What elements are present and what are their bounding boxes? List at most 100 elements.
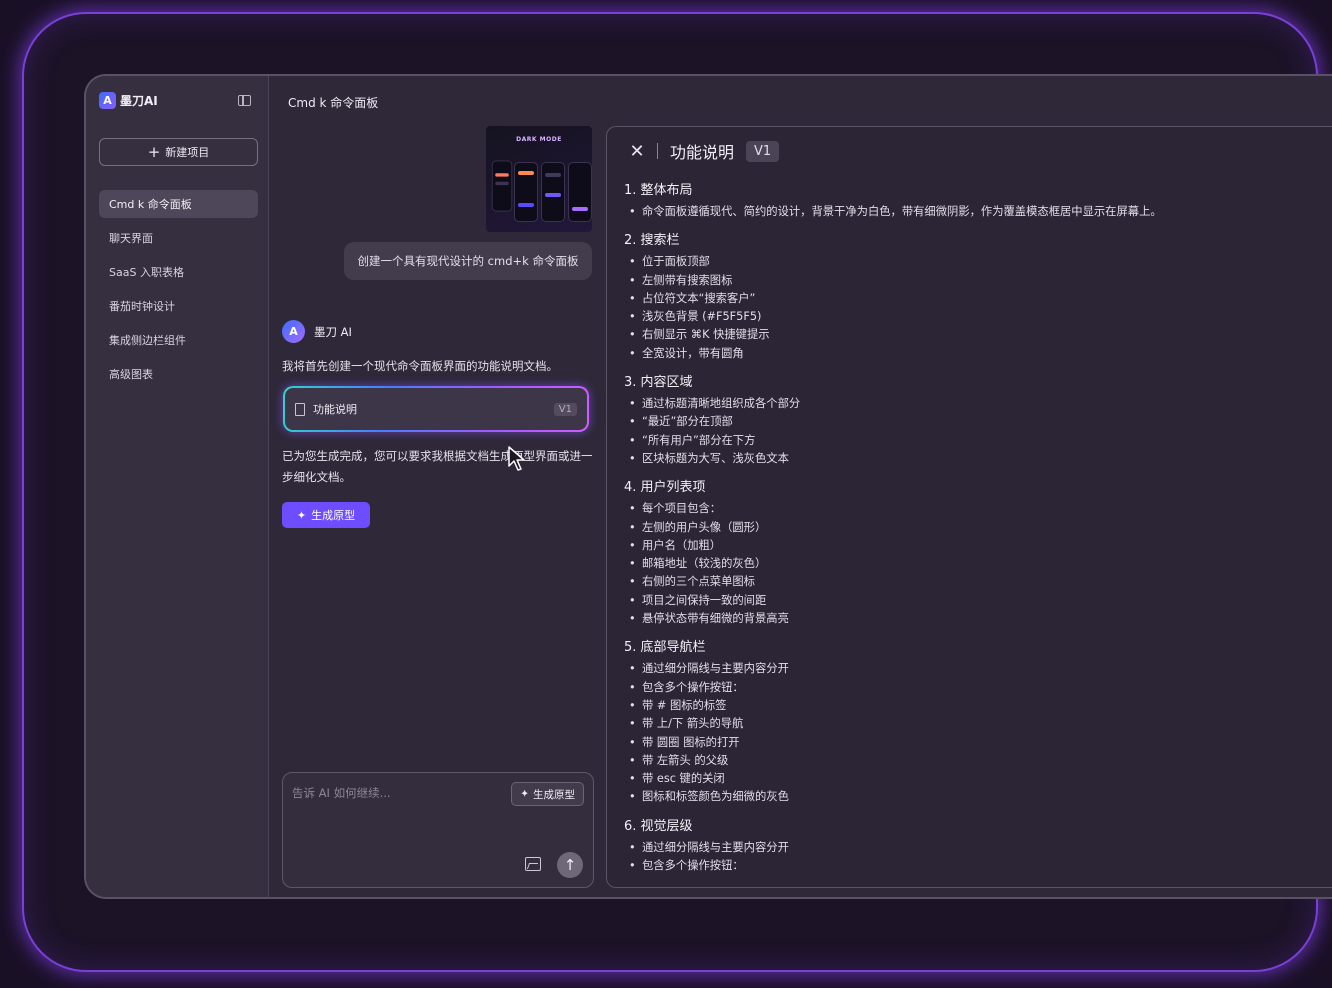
sparkle-icon: ✦ [296,508,307,522]
document-content: 1. 整体布局命令面板遵循现代、简约的设计，背景干净为白色，带有细微阴影，作为覆… [624,181,1324,885]
list-item: 用户名（加粗） [624,537,1324,556]
list-item: 每个项目包含： [624,500,1324,519]
page-title: Cmd k 命令面板 [288,96,379,110]
logo: A 墨刀AI [99,92,158,109]
list-item: 全宽设计，带有圆角 [624,345,1324,364]
thumbnail-label: DARK MODE [516,136,562,143]
document-section: 2. 搜索栏位于面板顶部左侧带有搜索图标占位符文本“搜索客户”浅灰色背景 (#F… [624,231,1324,363]
ai-message: 我将首先创建一个现代命令面板界面的功能说明文档。 [282,359,558,373]
document-card-body: 功能说明 V1 [285,388,587,430]
attached-image-thumbnail[interactable]: DARK MODE [486,126,592,232]
sidebar-item-pomodoro[interactable]: 番茄时钟设计 [99,292,258,320]
list-item: 图标和标签颜色为细微的灰色 [624,788,1324,807]
list-item: 带 上/下 箭头的导航 [624,715,1324,734]
section-list: 通过细分隔线与主要内容分开包含多个操作按钮： [624,839,1324,876]
app-name: 墨刀AI [120,94,158,108]
list-item: 区块标题为大写、浅灰色文本 [624,450,1324,469]
document-section: 5. 底部导航栏通过细分隔线与主要内容分开包含多个操作按钮：带 # 图标的标签带… [624,638,1324,807]
sidebar-item-cmdk[interactable]: Cmd k 命令面板 [99,190,258,218]
list-item: 右侧的三个点菜单图标 [624,573,1324,592]
sidebar-toggle-icon[interactable] [238,95,251,106]
list-item: 带 esc 键的关闭 [624,770,1324,789]
sidebar-item-charts[interactable]: 高级图表 [99,360,258,388]
section-list: 通过细分隔线与主要内容分开包含多个操作按钮：带 # 图标的标签带 上/下 箭头的… [624,660,1324,807]
phone-mockup [541,162,565,222]
document-section: 4. 用户列表项每个项目包含：左侧的用户头像（圆形）用户名（加粗）邮箱地址（较浅… [624,478,1324,628]
app-window: A 墨刀AI + 新建项目 Cmd k 命令面板 聊天界面 SaaS 入职表格 … [84,74,1332,899]
phone-mockup [568,162,592,222]
new-project-button[interactable]: + 新建项目 [99,138,258,166]
section-list: 每个项目包含：左侧的用户头像（圆形）用户名（加粗）邮箱地址（较浅的灰色）右侧的三… [624,500,1324,628]
mouse-cursor-icon [508,446,525,471]
chat-input-box[interactable]: 告诉 AI 如何继续... ✦ 生成原型 ↑ [282,772,594,888]
list-item: 包含多个操作按钮： [624,679,1324,698]
sidebar: A 墨刀AI + 新建项目 Cmd k 命令面板 聊天界面 SaaS 入职表格 … [86,76,269,897]
sidebar-item-saas[interactable]: SaaS 入职表格 [99,258,258,286]
list-item: 左侧带有搜索图标 [624,272,1324,291]
document-card-label: 功能说明 [313,403,357,416]
document-panel-header: ✕ 功能说明 V1 [629,139,780,163]
sidebar-item-chat[interactable]: 聊天界面 [99,224,258,252]
close-icon[interactable]: ✕ [629,141,645,162]
generate-prototype-label: 生成原型 [311,509,356,522]
generate-prototype-button[interactable]: ✦ 生成原型 [282,502,370,528]
ai-message: 已为您生成完成，您可以要求我根据文档生成原型界面或进一步细化文档。 [282,449,593,484]
image-upload-icon[interactable] [525,857,541,871]
list-item: 浅灰色背景 (#F5F5F5) [624,308,1324,327]
phone-mockup [514,162,538,222]
list-item: 位于面板顶部 [624,253,1324,272]
list-item: 悬停状态带有细微的背景高亮 [624,610,1324,629]
phone-mockup [491,160,513,212]
version-badge: V1 [553,402,577,416]
section-list: 命令面板遵循现代、简约的设计，背景干净为白色，带有细微阴影，作为覆盖模态框居中显… [624,203,1324,222]
ai-header: A 墨刀 AI [282,320,352,343]
list-item: 通过标题清晰地组织成各个部分 [624,395,1324,414]
document-section: 3. 内容区域通过标题清晰地组织成各个部分“最近”部分在顶部“所有用户”部分在下… [624,373,1324,468]
list-item: 邮箱地址（较浅的灰色） [624,555,1324,574]
section-list: 通过标题清晰地组织成各个部分“最近”部分在顶部“所有用户”部分在下方区块标题为大… [624,395,1324,468]
section-heading: 2. 搜索栏 [624,233,680,249]
document-section: 1. 整体布局命令面板遵循现代、简约的设计，背景干净为白色，带有细微阴影，作为覆… [624,181,1324,222]
section-heading: 4. 用户列表项 [624,480,706,496]
list-item: 命令面板遵循现代、简约的设计，背景干净为白色，带有细微阴影，作为覆盖模态框居中显… [624,203,1324,222]
document-card[interactable]: 功能说明 V1 [283,386,589,432]
list-item: 左侧的用户头像（圆形） [624,519,1324,538]
ai-name: 墨刀 AI [314,324,352,339]
section-heading: 6. 视觉层级 [624,818,693,834]
list-item: 项目之间保持一致的间距 [624,592,1324,611]
list-item: 占位符文本“搜索客户” [624,290,1324,309]
document-title: 功能说明 [670,143,735,162]
new-project-label: 新建项目 [165,146,210,159]
list-item: “所有用户”部分在下方 [624,432,1324,451]
list-item: 通过细分隔线与主要内容分开 [624,839,1324,858]
send-button[interactable]: ↑ [557,852,583,878]
logo-icon: A [99,92,116,109]
section-heading: 5. 底部导航栏 [624,640,706,656]
header-divider [657,143,658,159]
input-generate-prototype-button[interactable]: ✦ 生成原型 [511,782,584,806]
list-item: 带 圆圈 图标的打开 [624,734,1324,753]
ai-avatar-icon: A [282,320,305,343]
sidebar-item-sidebar-widget[interactable]: 集成侧边栏组件 [99,326,258,354]
file-icon [295,402,305,416]
section-heading: 3. 内容区域 [624,375,693,391]
list-item: “最近”部分在顶部 [624,413,1324,432]
document-section: 6. 视觉层级通过细分隔线与主要内容分开包含多个操作按钮： [624,817,1324,876]
arrow-up-icon: ↑ [563,856,577,874]
document-version-badge: V1 [746,140,780,162]
sparkle-icon: ✦ [520,788,529,800]
document-panel: ✕ 功能说明 V1 1. 整体布局命令面板遵循现代、简约的设计，背景干净为白色，… [606,126,1332,888]
list-item: 带 # 图标的标签 [624,697,1324,716]
chat-input-placeholder[interactable]: 告诉 AI 如何继续... [292,785,391,801]
list-item: 右侧显示 ⌘K 快捷键提示 [624,326,1324,345]
project-list: Cmd k 命令面板 聊天界面 SaaS 入职表格 番茄时钟设计 集成侧边栏组件… [99,190,258,394]
list-item: 包含多个操作按钮： [624,857,1324,876]
section-heading: 1. 整体布局 [624,183,693,198]
plus-icon: + [147,142,161,161]
chat-panel: Cmd k 命令面板 DARK MODE 创建一个具有现代设计的 cmd+k 命… [270,76,606,897]
input-generate-label: 生成原型 [533,788,575,801]
user-message: 创建一个具有现代设计的 cmd+k 命令面板 [344,242,592,280]
list-item: 带 左箭头 的父级 [624,752,1324,771]
list-item: 通过细分隔线与主要内容分开 [624,660,1324,679]
section-list: 位于面板顶部左侧带有搜索图标占位符文本“搜索客户”浅灰色背景 (#F5F5F5)… [624,253,1324,363]
